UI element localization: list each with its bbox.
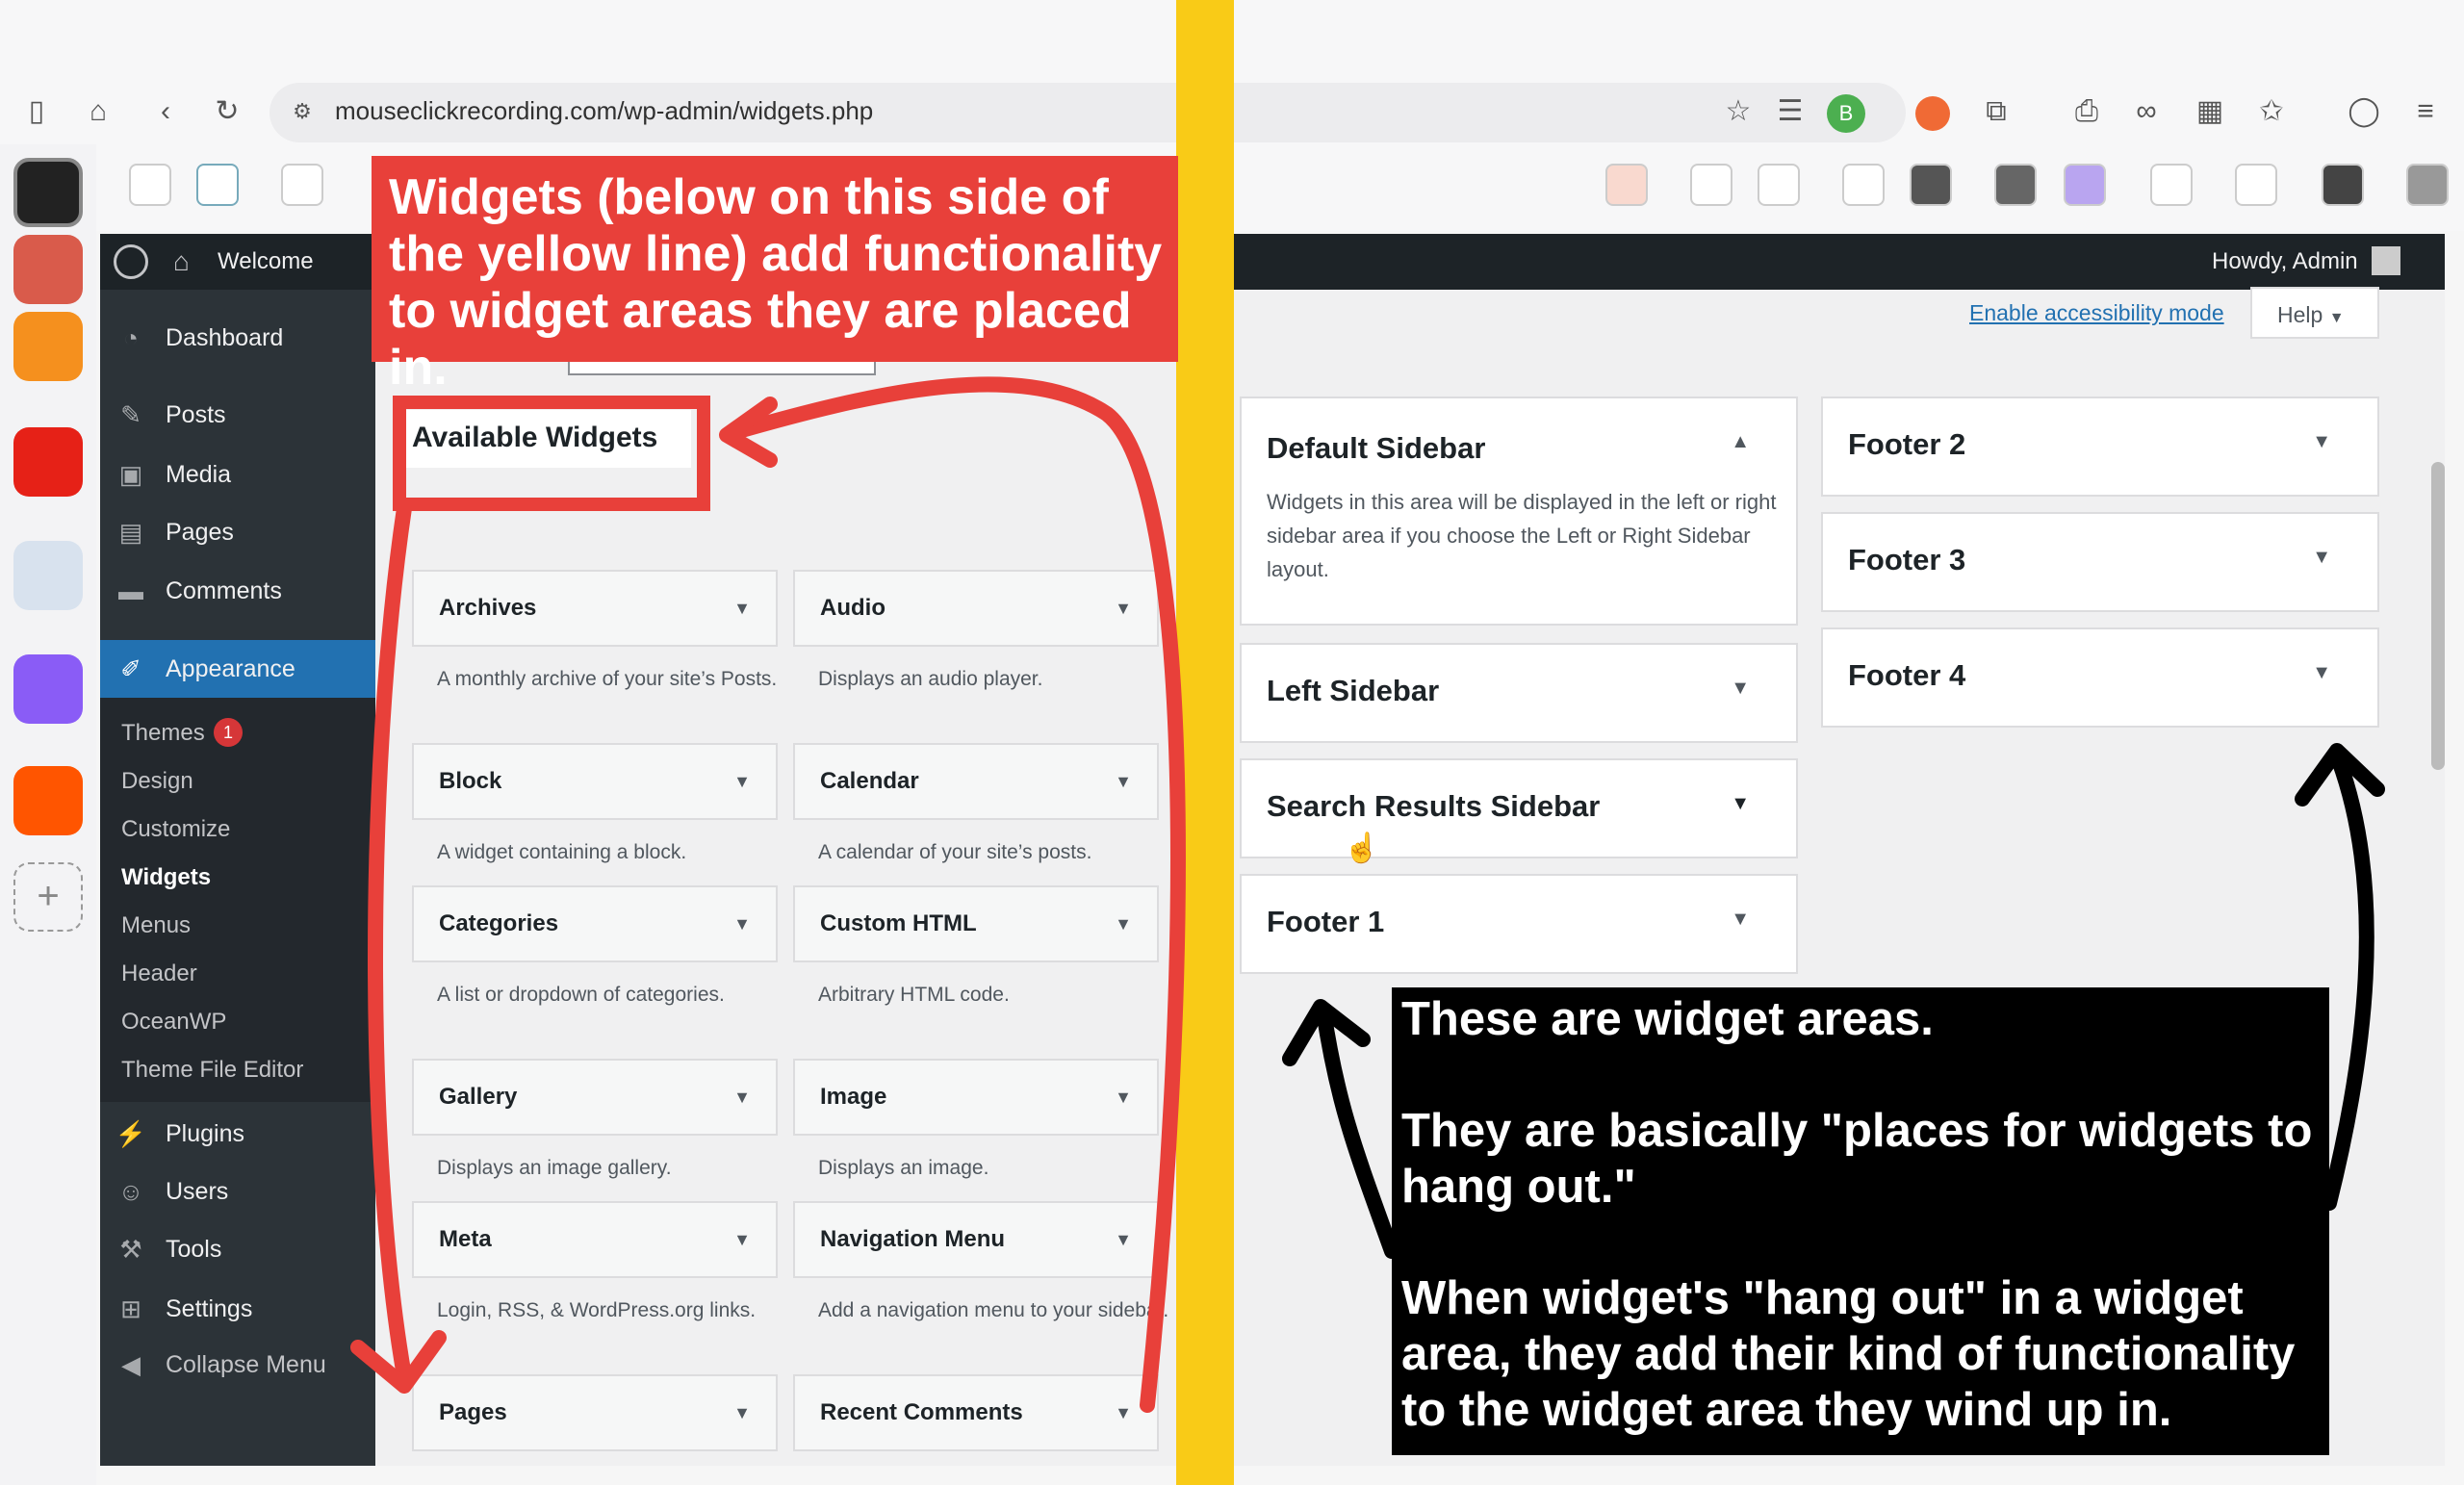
annotation-arrows	[350, 376, 2385, 1413]
black-arrow-left	[1316, 1003, 1399, 1259]
red-arrow-curve	[724, 376, 1186, 1413]
red-arrow-down	[368, 500, 412, 1384]
black-arrow-right	[2322, 753, 2374, 1211]
red-highlight-box	[393, 396, 710, 511]
